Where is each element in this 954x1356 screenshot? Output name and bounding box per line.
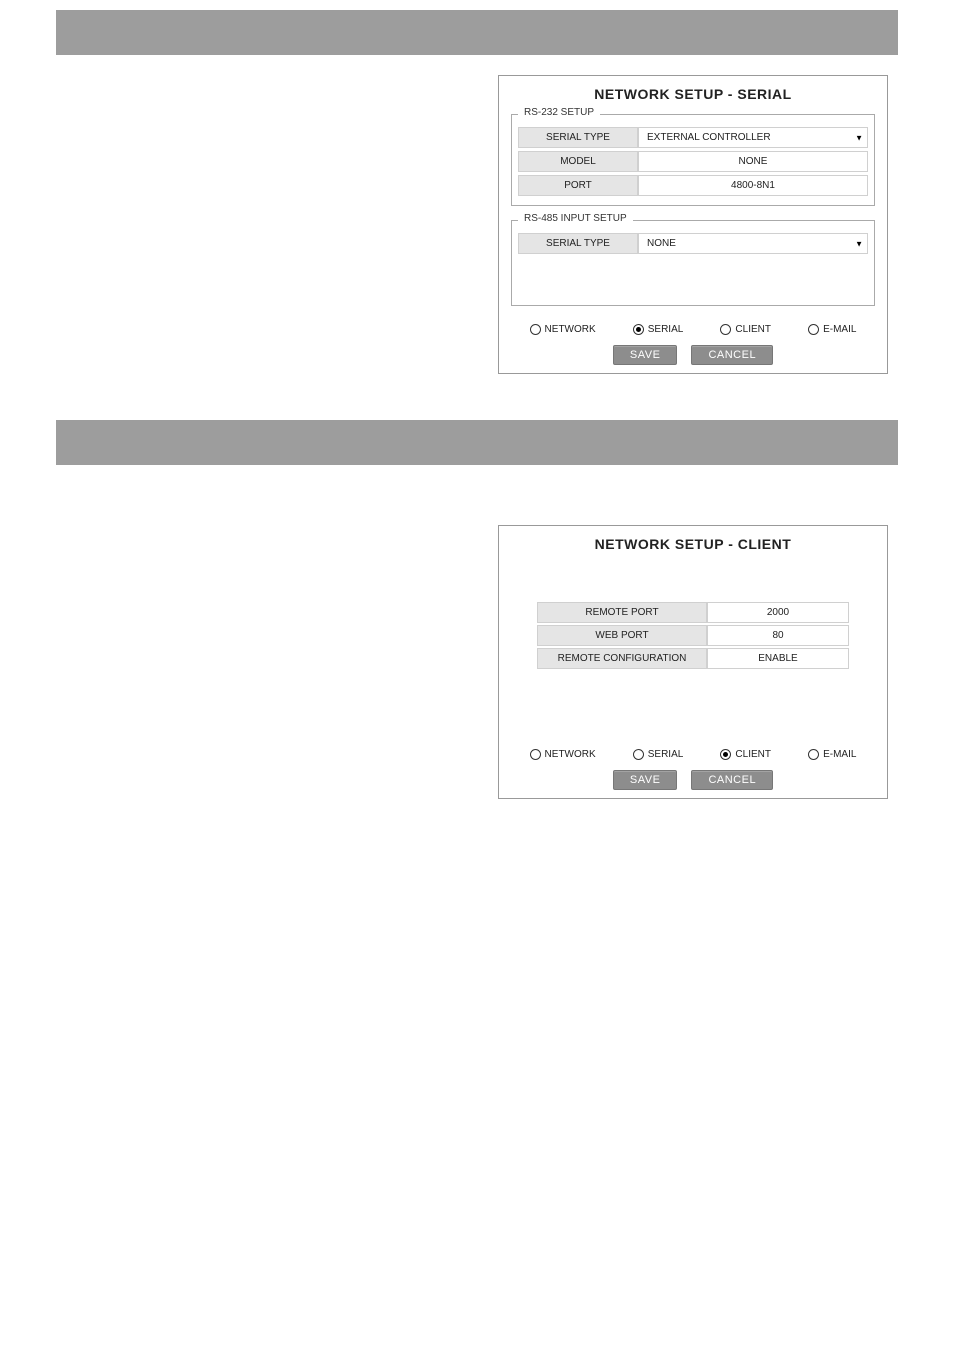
radio-icon: [633, 749, 644, 760]
tab-email[interactable]: E-MAIL: [808, 749, 856, 760]
radio-icon: [720, 324, 731, 335]
radio-icon: [530, 324, 541, 335]
label-remote-port: REMOTE PORT: [537, 602, 707, 623]
label-serial-type: SERIAL TYPE: [518, 127, 638, 148]
section-client: NETWORK SETUP - CLIENT REMOTE PORT 2000 …: [0, 410, 954, 799]
legend-rs232: RS-232 SETUP: [518, 107, 600, 118]
value-rs485-serial-type: NONE: [647, 238, 676, 249]
radio-icon: [808, 324, 819, 335]
tab-serial[interactable]: SERIAL: [633, 749, 684, 760]
header-bar: [56, 10, 898, 55]
dialog-serial: NETWORK SETUP - SERIAL RS-232 SETUP SERI…: [498, 75, 888, 374]
tab-label: CLIENT: [735, 749, 771, 760]
dropdown-rs232-serial-type[interactable]: EXTERNAL CONTROLLER ▼: [638, 127, 868, 148]
save-button[interactable]: SAVE: [613, 345, 678, 365]
value-model[interactable]: NONE: [638, 151, 868, 172]
tab-label: E-MAIL: [823, 749, 856, 760]
tab-label: E-MAIL: [823, 324, 856, 335]
tab-radios: NETWORK SERIAL CLIENT E-MAIL: [511, 324, 875, 335]
save-button[interactable]: SAVE: [613, 770, 678, 790]
label-model: MODEL: [518, 151, 638, 172]
tab-network[interactable]: NETWORK: [530, 749, 596, 760]
dialog-title: NETWORK SETUP - CLIENT: [507, 536, 879, 552]
chevron-down-icon: ▼: [855, 133, 863, 142]
dropdown-rs485-serial-type[interactable]: NONE ▼: [638, 233, 868, 254]
cancel-button[interactable]: CANCEL: [691, 345, 773, 365]
tab-radios: NETWORK SERIAL CLIENT E-MAIL: [511, 749, 875, 760]
label-web-port: WEB PORT: [537, 625, 707, 646]
tab-label: SERIAL: [648, 749, 684, 760]
dialog-client: NETWORK SETUP - CLIENT REMOTE PORT 2000 …: [498, 525, 888, 799]
section-serial: NETWORK SETUP - SERIAL RS-232 SETUP SERI…: [0, 0, 954, 374]
value-port[interactable]: 4800-8N1: [638, 175, 868, 196]
label-port: PORT: [518, 175, 638, 196]
fieldset-rs232: RS-232 SETUP SERIAL TYPE EXTERNAL CONTRO…: [511, 114, 875, 206]
tab-label: NETWORK: [545, 749, 596, 760]
value-remote-port[interactable]: 2000: [707, 602, 849, 623]
dialog-buttons: SAVE CANCEL: [507, 770, 879, 790]
tab-serial[interactable]: SERIAL: [633, 324, 684, 335]
tab-label: SERIAL: [648, 324, 684, 335]
radio-icon-selected: [720, 749, 731, 760]
radio-icon: [530, 749, 541, 760]
tab-label: NETWORK: [545, 324, 596, 335]
dialog-buttons: SAVE CANCEL: [507, 345, 879, 365]
label-remote-configuration: REMOTE CONFIGURATION: [537, 648, 707, 669]
client-fields: REMOTE PORT 2000 WEB PORT 80 REMOTE CONF…: [537, 602, 849, 669]
value-serial-type: EXTERNAL CONTROLLER: [647, 132, 771, 143]
radio-icon-selected: [633, 324, 644, 335]
value-web-port[interactable]: 80: [707, 625, 849, 646]
chevron-down-icon: ▼: [855, 239, 863, 248]
value-remote-configuration[interactable]: ENABLE: [707, 648, 849, 669]
cancel-button[interactable]: CANCEL: [691, 770, 773, 790]
label-rs485-serial-type: SERIAL TYPE: [518, 233, 638, 254]
legend-rs485: RS-485 INPUT SETUP: [518, 213, 633, 224]
dialog-title: NETWORK SETUP - SERIAL: [507, 86, 879, 102]
tab-client[interactable]: CLIENT: [720, 749, 771, 760]
header-bar: [56, 420, 898, 465]
tab-label: CLIENT: [735, 324, 771, 335]
radio-icon: [808, 749, 819, 760]
fieldset-rs485: RS-485 INPUT SETUP SERIAL TYPE NONE ▼: [511, 220, 875, 306]
tab-email[interactable]: E-MAIL: [808, 324, 856, 335]
tab-client[interactable]: CLIENT: [720, 324, 771, 335]
tab-network[interactable]: NETWORK: [530, 324, 596, 335]
